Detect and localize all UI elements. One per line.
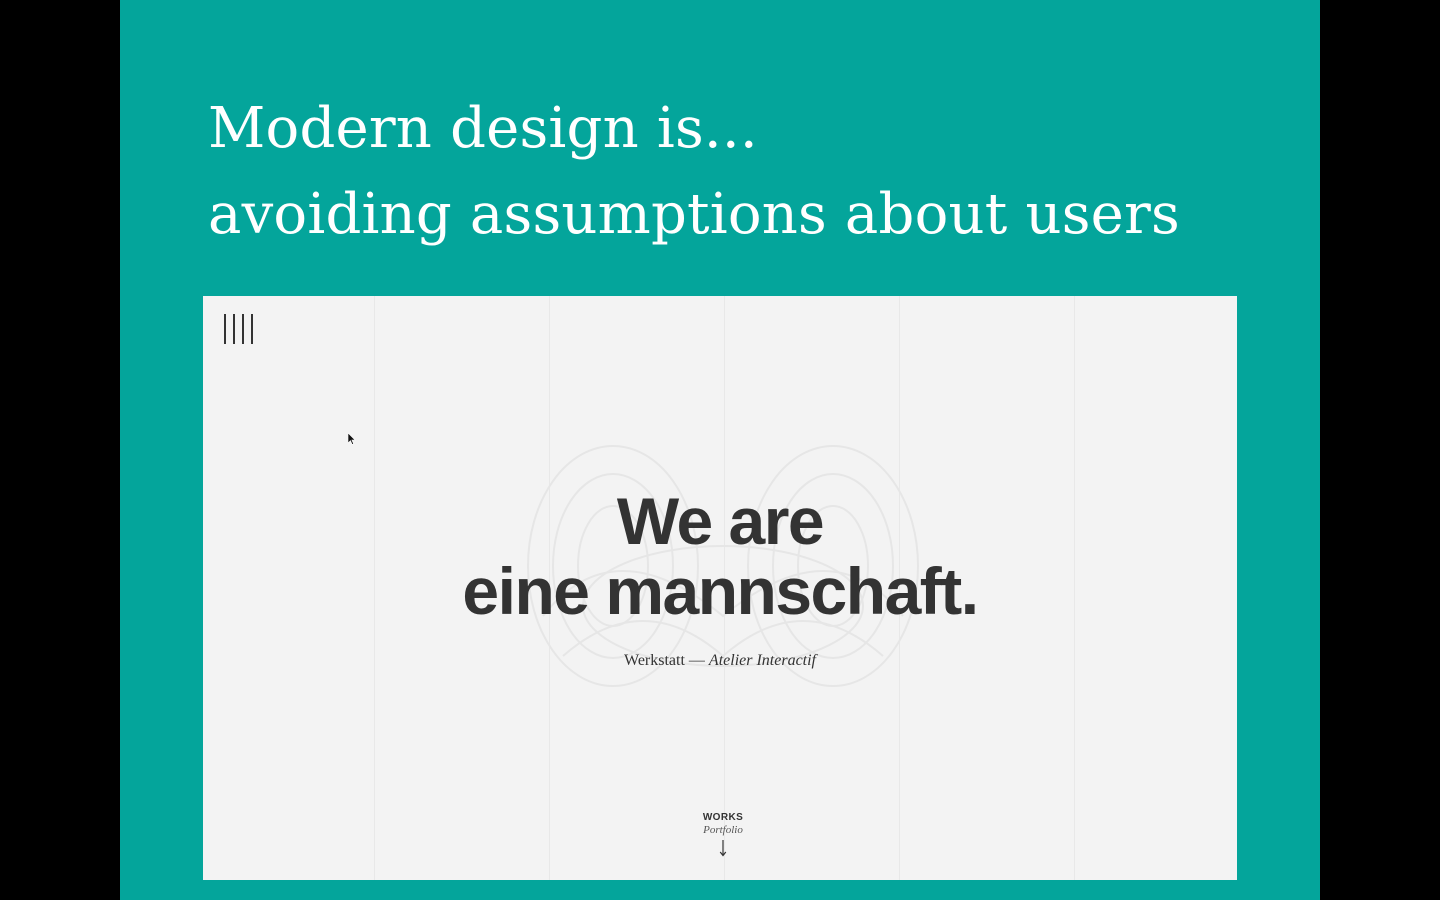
hero-subtitle-italic: Atelier Interactif (708, 652, 816, 669)
menu-bars-icon[interactable] (224, 314, 256, 344)
works-title: WORKS (702, 812, 744, 823)
hero-headline-line-2: eine mannschaft. (462, 554, 979, 628)
hero-headline-line-1: We are (616, 484, 825, 558)
slide-title: Modern design is... avoiding assumptions… (208, 86, 1180, 258)
hero-headline: We are eine mannschaft. (203, 486, 1237, 626)
website-screenshot: We are eine mannschaft. Werkstatt — Atel… (203, 296, 1237, 880)
mouse-cursor-icon (348, 433, 356, 445)
works-portfolio-link[interactable]: WORKS Portfolio (673, 811, 773, 857)
hero-subtitle: Werkstatt — Atelier Interactif (203, 652, 1237, 670)
down-arrow-icon (719, 840, 727, 857)
presentation-frame: Modern design is... avoiding assumptions… (0, 0, 1440, 900)
slide-title-line-1: Modern design is... (208, 96, 758, 161)
hero: We are eine mannschaft. Werkstatt — Atel… (203, 486, 1237, 670)
slide-title-line-2: avoiding assumptions about users (208, 182, 1180, 247)
slide: Modern design is... avoiding assumptions… (120, 0, 1320, 900)
works-subtitle: Portfolio (703, 824, 743, 836)
hero-subtitle-prefix: Werkstatt — (624, 652, 705, 669)
